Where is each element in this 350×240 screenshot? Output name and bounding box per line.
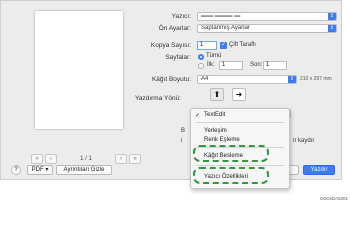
copies-input[interactable]: 1 <box>197 41 217 50</box>
hidden-label-fragment: B <box>181 128 186 134</box>
last-page-button[interactable]: » <box>129 153 141 164</box>
portrait-orientation-button[interactable]: ⬆ <box>210 88 224 101</box>
two-sided-checkbox[interactable]: ✓ <box>220 42 227 49</box>
orientation-label: Yazdırma Yönü: <box>134 95 181 102</box>
portrait-person-icon: ⬆ <box>213 90 221 99</box>
highlight-printer-features <box>193 167 269 184</box>
highlight-paper-feed <box>193 145 269 162</box>
pdf-label: PDF <box>31 167 44 173</box>
pages-range-radio[interactable] <box>198 63 204 69</box>
landscape-orientation-button[interactable]: ➜ <box>232 88 246 101</box>
paper-dimensions: 210 x 297 mm <box>300 76 332 82</box>
pages-from-label: İlk: <box>207 62 215 68</box>
help-button[interactable]: ? <box>11 165 21 175</box>
figure-caption: D0C6DA5201 <box>320 196 348 201</box>
page-preview <box>35 11 123 129</box>
next-page-button[interactable]: › <box>115 153 127 164</box>
two-sided-label: Çift Taraflı <box>229 42 256 48</box>
pages-all-label: Tümü <box>206 53 222 59</box>
presets-value: Saptanmış Ayarlar <box>201 25 250 31</box>
pages-to-input[interactable]: 1 <box>263 61 287 70</box>
first-page-button[interactable]: « <box>31 153 43 164</box>
pdf-menu-button[interactable]: PDF ▾ <box>27 165 53 175</box>
printer-select[interactable]: ▬▬ ▬▬▬ ▬ ⇕ <box>197 12 337 21</box>
presets-label: Ön Ayarlar: <box>158 25 191 32</box>
menu-separator <box>196 165 284 166</box>
printer-label: Yazıcı: <box>171 13 191 20</box>
chevron-updown-icon: ⇕ <box>328 25 336 32</box>
menu-item-layout[interactable]: Yerleşim <box>191 128 289 134</box>
print-dialog: « ‹ 1 / 1 › » Yazıcı: ▬▬ ▬▬▬ ▬ ⇕ Ön Ayar… <box>0 0 342 180</box>
chevron-updown-icon: ⇕ <box>328 13 336 20</box>
paper-size-select[interactable]: A4 ⇕ <box>197 75 297 84</box>
page-indicator: 1 / 1 <box>80 155 92 162</box>
pages-label: Sayfalar: <box>165 54 191 61</box>
previous-page-button[interactable]: ‹ <box>45 153 57 164</box>
pages-to-label: Son: <box>250 62 263 68</box>
pages-all-radio[interactable] <box>198 54 204 60</box>
hidden-option-fragment: n kaydır <box>293 138 315 144</box>
hidden-label-fragment-2: i <box>181 138 183 144</box>
menu-item-color-matching[interactable]: Renk Eşleme <box>191 137 289 143</box>
pages-from-input[interactable]: 1 <box>219 61 243 70</box>
copies-label: Kopya Sayısı: <box>150 42 191 49</box>
paper-size-value: A4 <box>201 76 209 82</box>
checkmark-icon: ✓ <box>195 113 201 119</box>
menu-item-textedit[interactable]: ✓ TextEdit <box>191 112 289 119</box>
paper-size-label: Kâğıt Boyutu: <box>151 76 191 83</box>
chevron-down-icon: ▾ <box>45 167 49 173</box>
menu-separator <box>196 122 284 123</box>
printer-value: ▬▬ ▬▬▬ ▬ <box>201 13 241 19</box>
preview-pager: « ‹ 1 / 1 › » <box>31 153 141 164</box>
chevron-updown-icon: ⇕ <box>288 76 296 83</box>
landscape-person-icon: ➜ <box>235 90 243 99</box>
hide-details-button[interactable]: Ayrıntıları Gizle <box>56 165 112 175</box>
print-button[interactable]: Yazdır <box>303 165 335 175</box>
presets-select[interactable]: Saptanmış Ayarlar ⇕ <box>197 24 337 33</box>
